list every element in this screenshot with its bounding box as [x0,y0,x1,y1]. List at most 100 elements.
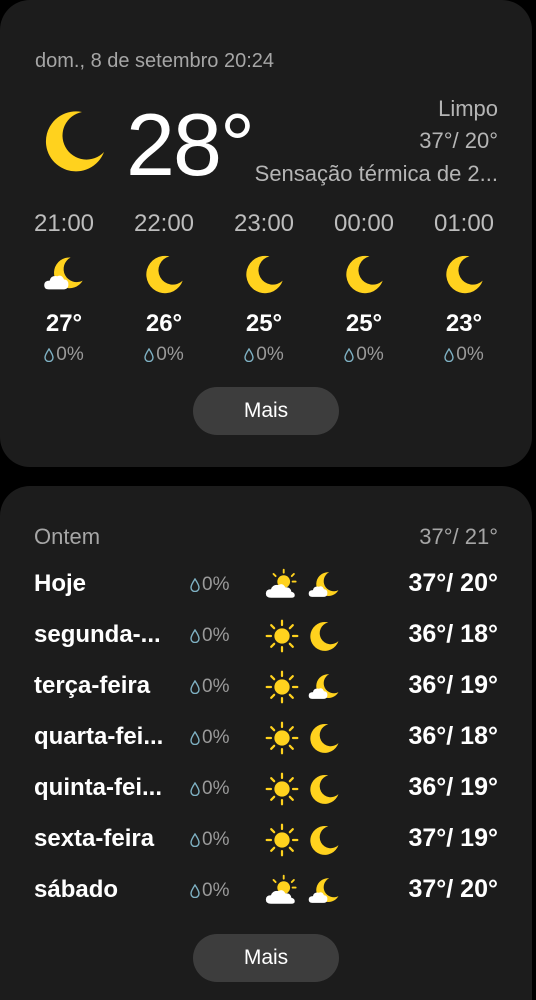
hourly-forecast[interactable]: 21:00 27° 0% 22:00 26° 0% 23:00 25° 0% 00:00 25° 0… [14,210,514,370]
day-name: segunda-... [34,621,161,648]
daily-row[interactable]: sexta-feira 0% 37°/ 19° [0,815,532,866]
precipitation-value: 0% [202,574,230,595]
sun-icon [265,772,299,806]
precipitation: 0% [190,676,229,698]
day-temperature-range: 37°/ 19° [408,824,498,852]
hour-temperature: 26° [145,310,183,337]
day-temperature-range: 37°/ 20° [408,569,498,597]
moon-icon [307,619,341,653]
moon-icon [442,252,486,296]
more-daily-button[interactable]: Mais [193,934,339,982]
daily-list: Hoje 0% 37°/ 20° segunda-... 0% 36°/ 18° ter… [0,560,532,917]
moon-icon [307,823,341,857]
hourly-item: 21:00 27° 0% [14,210,114,370]
raindrop-icon [190,782,200,796]
hourly-item: 00:00 25° 0% [314,210,414,370]
day-name: terça-feira [34,672,151,699]
sun-icon [265,823,299,857]
yesterday-label: Ontem [34,524,101,549]
raindrop-icon [144,348,154,362]
precipitation-value: 0% [202,880,230,901]
moon-icon [142,252,186,296]
day-temperature-range: 36°/ 18° [408,620,498,648]
hour-temperature: 23° [445,310,483,337]
precipitation-value: 0% [456,344,484,365]
precipitation-value: 0% [202,625,230,646]
yesterday-range: 37°/ 21° [419,524,498,549]
day-temperature-range: 36°/ 19° [408,773,498,801]
current-temperature: 28° [126,95,255,194]
raindrop-icon [190,680,200,694]
current-weather-card: dom., 8 de setembro 20:24 28° Limpo 37°/… [0,0,532,467]
daily-row[interactable]: quarta-fei... 0% 36°/ 18° [0,713,532,764]
feels-like-text: Sensação térmica de 2... [254,161,498,186]
current-date: dom., 8 de setembro 20:24 [35,50,275,72]
hour-time: 21:00 [33,210,95,237]
daily-forecast-card: Ontem 37°/ 21° Hoje 0% 37°/ 20° segunda-..… [0,486,532,1000]
precipitation-value: 0% [56,344,84,365]
precipitation: 0% [190,574,229,596]
moon-icon [342,252,386,296]
sun-icon [265,670,299,704]
precipitation: 0% [244,344,284,366]
day-name: sexta-feira [34,825,155,852]
daily-row[interactable]: segunda-... 0% 36°/ 18° [0,611,532,662]
sun-icon [265,721,299,755]
precipitation: 0% [190,829,229,851]
precipitation: 0% [190,625,229,647]
hour-time: 01:00 [433,210,495,237]
precipitation: 0% [190,727,229,749]
hour-temperature: 25° [245,310,283,337]
precipitation: 0% [44,344,84,366]
hour-temperature: 27° [45,310,83,337]
raindrop-icon [190,884,200,898]
day-name: quinta-fei... [34,774,162,801]
partly-cloudy-day-icon [265,874,299,908]
raindrop-icon [44,348,54,362]
raindrop-icon [190,629,200,643]
hour-time: 22:00 [133,210,195,237]
precipitation-value: 0% [356,344,384,365]
day-name: sábado [34,876,119,903]
daily-row[interactable]: sábado 0% 37°/ 20° [0,866,532,917]
raindrop-icon [244,348,254,362]
daily-row[interactable]: Hoje 0% 37°/ 20° [0,560,532,611]
precipitation-value: 0% [156,344,184,365]
raindrop-icon [444,348,454,362]
hour-time: 23:00 [233,210,295,237]
hourly-item: 23:00 25° 0% [214,210,314,370]
precipitation-value: 0% [202,727,230,748]
partly-cloudy-day-icon [265,568,299,602]
daily-row[interactable]: terça-feira 0% 36°/ 19° [0,662,532,713]
day-temperature-range: 36°/ 18° [408,722,498,750]
precipitation-value: 0% [202,778,230,799]
precipitation: 0% [190,778,229,800]
hourly-item: 01:00 23° 0% [414,210,514,370]
raindrop-icon [190,731,200,745]
hour-temperature: 25° [345,310,383,337]
moon-icon [307,772,341,806]
moon-icon [38,106,108,176]
precipitation: 0% [444,344,484,366]
precipitation: 0% [144,344,184,366]
partly-cloudy-night-icon [307,874,341,908]
condition-label: Limpo [438,96,498,121]
sun-icon [265,619,299,653]
daily-row[interactable]: quinta-fei... 0% 36°/ 19° [0,764,532,815]
more-hourly-button[interactable]: Mais [193,387,339,435]
partly-cloudy-night-icon [42,252,86,296]
raindrop-icon [344,348,354,362]
temperature-range: 37°/ 20° [419,128,498,153]
precipitation: 0% [190,880,229,902]
partly-cloudy-night-icon [307,670,341,704]
hour-time: 00:00 [333,210,395,237]
precipitation-value: 0% [202,829,230,850]
moon-icon [307,721,341,755]
precipitation-value: 0% [202,676,230,697]
day-temperature-range: 37°/ 20° [408,875,498,903]
hourly-item: 22:00 26° 0% [114,210,214,370]
partly-cloudy-night-icon [307,568,341,602]
precipitation-value: 0% [256,344,284,365]
moon-icon [242,252,286,296]
day-name: Hoje [34,570,87,597]
